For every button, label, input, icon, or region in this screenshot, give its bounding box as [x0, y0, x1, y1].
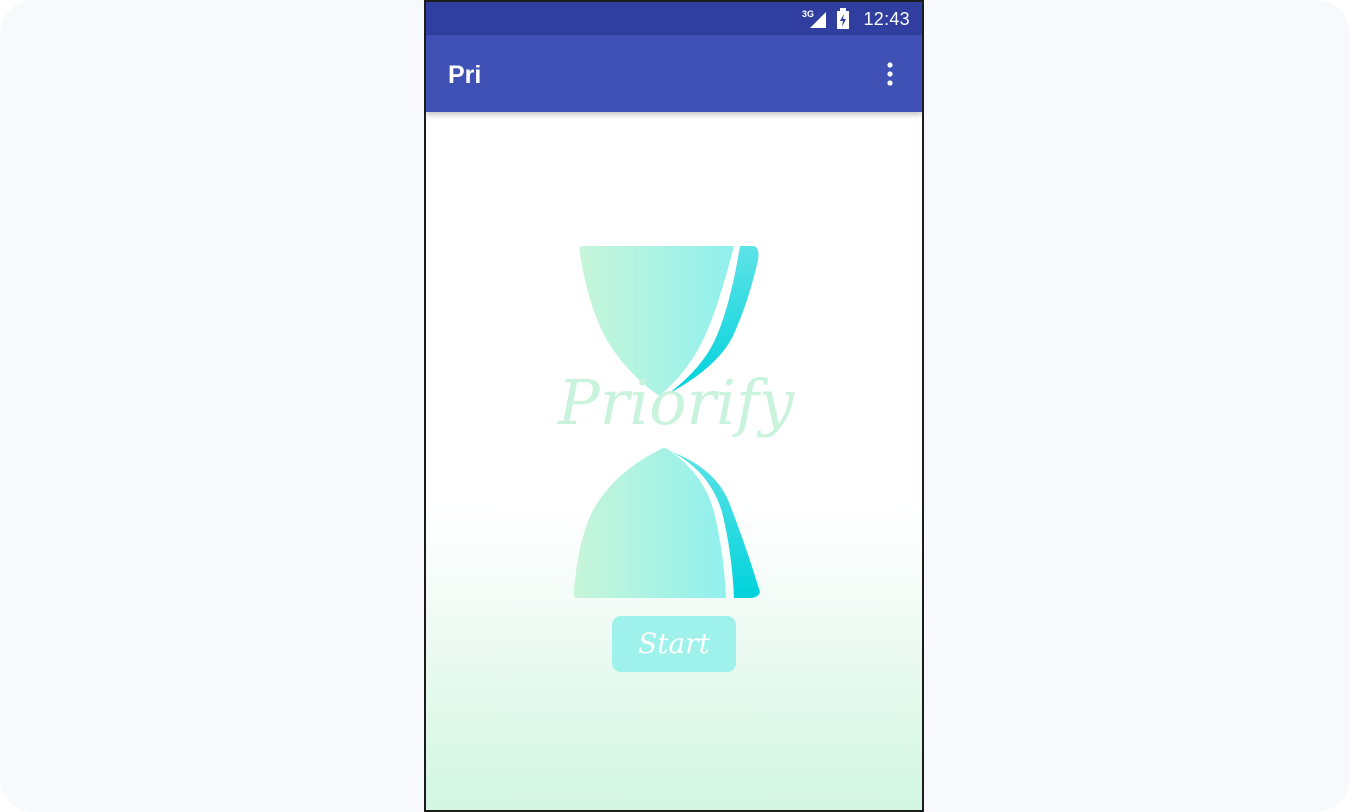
more-vert-icon[interactable]: [878, 61, 902, 87]
logo-wordmark: Priorify: [558, 366, 794, 439]
device-frame: 3G 12:43 Pri Priorify Start: [424, 0, 924, 812]
app-screen: 3G 12:43 Pri Priorify Start: [426, 2, 922, 810]
app-title: Pri: [448, 61, 482, 89]
network-type-label: 3G: [802, 9, 814, 19]
battery-charging-icon: [837, 8, 849, 29]
signal-icon: 3G: [802, 9, 826, 28]
app-bar: Pri: [426, 35, 922, 112]
start-button[interactable]: Start: [612, 616, 736, 672]
status-bar: 3G 12:43: [426, 2, 922, 35]
status-clock: 12:43: [863, 9, 910, 29]
